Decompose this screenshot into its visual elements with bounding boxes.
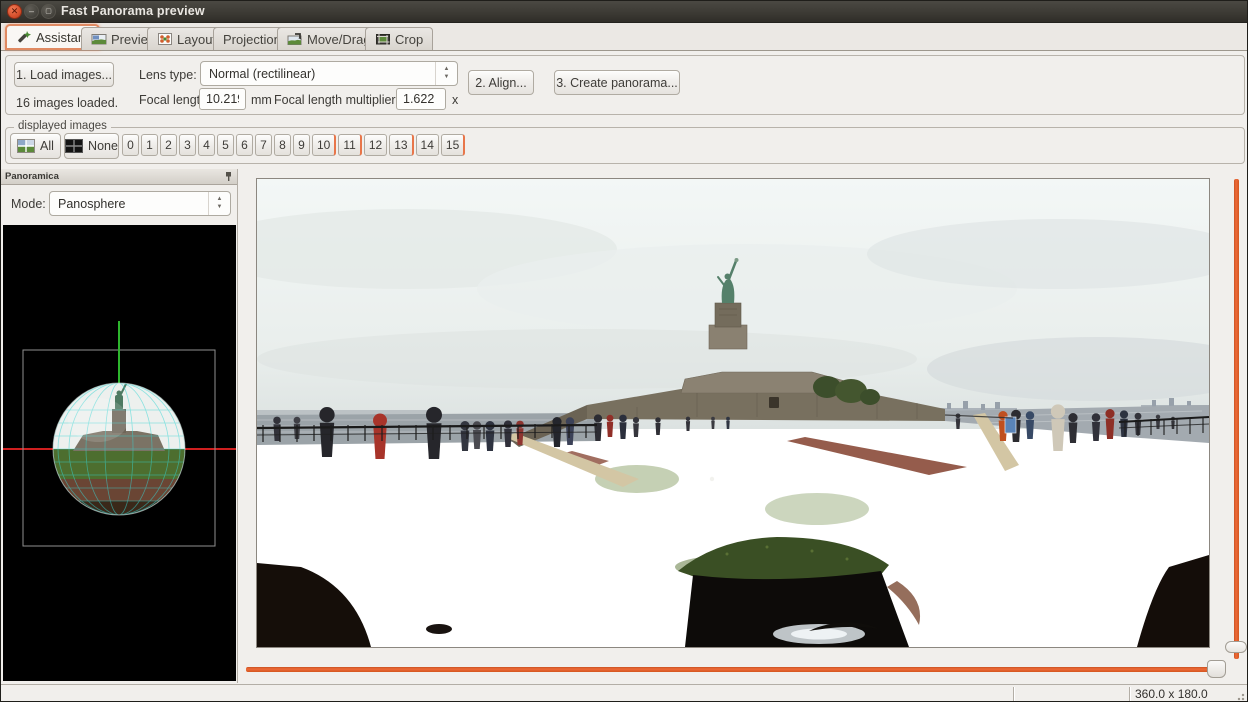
image-toggle-button-8[interactable]: 8 [274, 134, 291, 156]
vertical-slider-handle[interactable] [1225, 641, 1247, 653]
panorama-preview-image [257, 179, 1209, 647]
black-grid-icon [65, 139, 83, 153]
image-toggle-button-1[interactable]: 1 [141, 134, 158, 156]
mode-combo[interactable]: Panosphere ▲▼ [49, 191, 231, 216]
vertical-view-slider[interactable] [1234, 179, 1239, 659]
image-toggle-button-11[interactable]: 11 [338, 134, 361, 156]
panosphere-image [3, 225, 236, 681]
mode-row: Mode: Panosphere ▲▼ [1, 185, 237, 225]
displayed-images-group: displayed images All None 01234567891011… [5, 127, 1245, 164]
minimize-icon[interactable]: – [24, 4, 39, 19]
image-toggle-button-15[interactable]: 15 [441, 134, 465, 156]
horizontal-view-slider[interactable] [246, 667, 1226, 672]
create-panorama-button[interactable]: 3. Create panorama... [554, 70, 680, 95]
tab-crop[interactable]: Crop [365, 27, 433, 50]
focal-multiplier-input[interactable] [396, 88, 446, 110]
panosphere-preview[interactable] [3, 225, 236, 681]
tab-label: Layout [177, 32, 216, 47]
tab-bar: Assistant Preview Layout Projection [1, 23, 1247, 51]
titlebar: ✕ – ▢ Fast Panorama preview [1, 1, 1247, 23]
mode-value: Panosphere [50, 197, 208, 211]
status-separator [1129, 687, 1130, 702]
image-toggle-button-4[interactable]: 4 [198, 134, 215, 156]
layout-icon [157, 31, 173, 47]
image-toggle-button-7[interactable]: 7 [255, 134, 272, 156]
image-toggle-button-0[interactable]: 0 [122, 134, 139, 156]
image-toggle-button-14[interactable]: 14 [416, 134, 439, 156]
panorama-canvas[interactable] [256, 178, 1210, 648]
show-none-button[interactable]: None [64, 133, 119, 159]
focal-multiplier-unit: x [452, 93, 458, 107]
align-button[interactable]: 2. Align... [468, 70, 534, 95]
spinner-arrows-icon[interactable]: ▲▼ [208, 192, 230, 215]
status-bar: 360.0 x 180.0 [1, 684, 1247, 702]
image-toggle-list: 0123456789101112131415 [122, 134, 465, 156]
close-icon[interactable]: ✕ [7, 4, 22, 19]
image-toggle-button-5[interactable]: 5 [217, 134, 234, 156]
image-toggle-button-12[interactable]: 12 [364, 134, 387, 156]
preview-icon [91, 31, 107, 47]
image-toggle-button-9[interactable]: 9 [293, 134, 310, 156]
load-images-button[interactable]: 1. Load images... [14, 62, 114, 87]
panorama-size-status: 360.0 x 180.0 [1135, 687, 1208, 701]
horizontal-slider-handle[interactable] [1207, 660, 1226, 678]
spinner-arrows-icon[interactable]: ▲▼ [435, 62, 457, 85]
tab-label: Projection [223, 32, 281, 47]
resize-grip-icon[interactable] [1235, 691, 1245, 701]
all-label: All [40, 139, 54, 153]
image-toggle-button-13[interactable]: 13 [389, 134, 413, 156]
pin-icon[interactable] [224, 171, 233, 182]
focal-length-unit: mm [251, 93, 272, 107]
lens-type-value: Normal (rectilinear) [201, 67, 435, 81]
tab-label: Move/Drag [307, 32, 371, 47]
image-toggle-button-10[interactable]: 10 [312, 134, 336, 156]
images-loaded-label: 16 images loaded. [16, 96, 118, 110]
focal-multiplier-label: Focal length multiplier: [274, 93, 399, 107]
lens-type-combo[interactable]: Normal (rectilinear) ▲▼ [200, 61, 458, 86]
tab-label: Crop [395, 32, 423, 47]
image-toggle-button-6[interactable]: 6 [236, 134, 253, 156]
landscape-icon [17, 139, 35, 153]
panel-title: Panoramica [5, 171, 59, 182]
show-all-button[interactable]: All [10, 133, 61, 159]
move-drag-icon [287, 31, 303, 47]
lens-type-label: Lens type: [139, 68, 197, 82]
image-toggle-button-2[interactable]: 2 [160, 134, 177, 156]
window-title: Fast Panorama preview [61, 4, 205, 18]
assistant-toolbar-group: 1. Load images... 16 images loaded. Lens… [5, 55, 1245, 115]
panoramica-panel: Panoramica Mode: Panosphere ▲▼ [1, 169, 238, 683]
mode-label: Mode: [11, 197, 46, 211]
image-toggle-button-3[interactable]: 3 [179, 134, 196, 156]
displayed-images-legend: displayed images [14, 120, 111, 132]
none-label: None [88, 139, 118, 153]
maximize-icon[interactable]: ▢ [41, 4, 56, 19]
panel-header: Panoramica [1, 169, 237, 185]
fast-panorama-preview-window: ✕ – ▢ Fast Panorama preview Assistant Pr… [0, 0, 1248, 702]
focal-length-input[interactable] [199, 88, 246, 110]
assistant-icon [16, 29, 32, 45]
crop-icon [375, 31, 391, 47]
status-separator [1013, 687, 1014, 702]
